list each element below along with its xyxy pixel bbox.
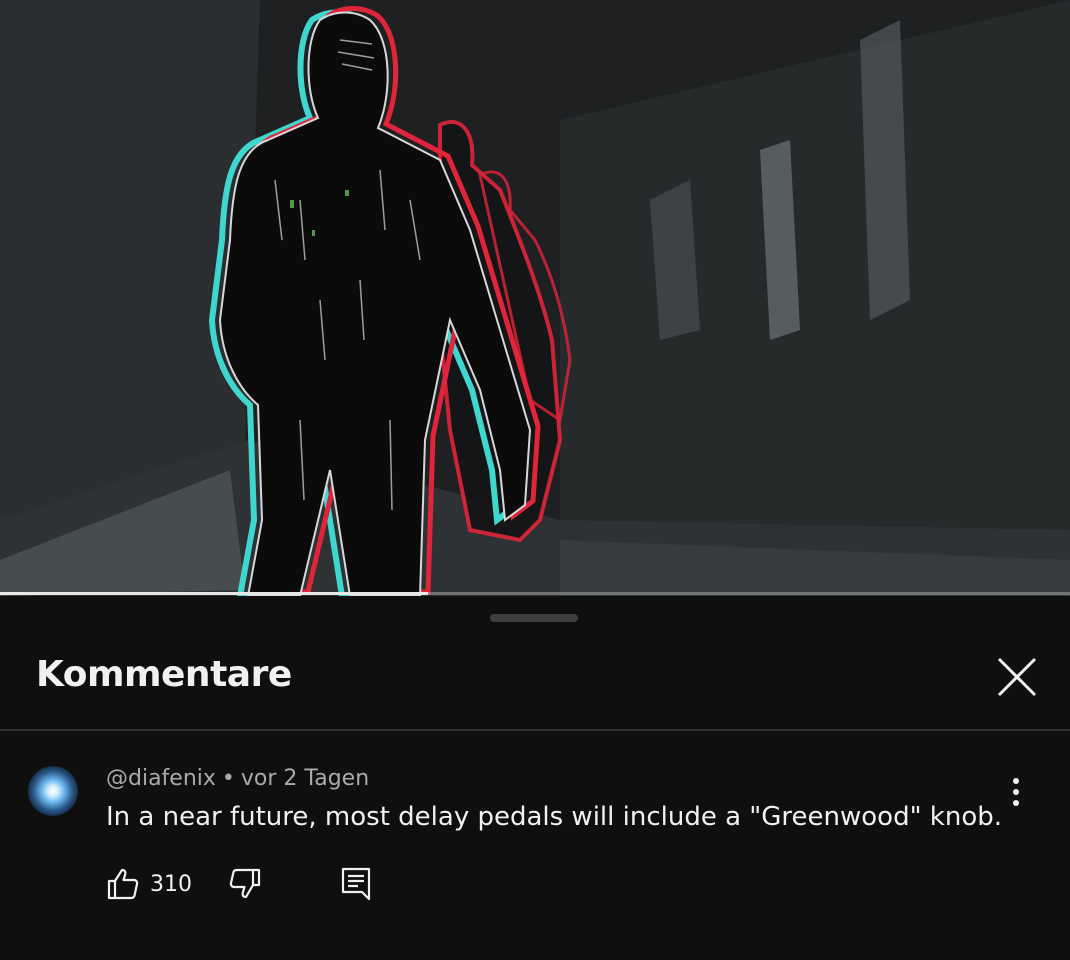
comment-author[interactable]: @diafenix <box>106 766 216 791</box>
more-vert-icon-dot <box>1013 789 1019 795</box>
more-vert-icon <box>1013 778 1019 784</box>
like-count: 310 <box>150 871 192 897</box>
video-frame <box>0 0 1070 596</box>
drag-handle[interactable] <box>490 614 578 622</box>
comment-text: In a near future, most delay pedals will… <box>106 802 1003 832</box>
more-vert-icon-dot <box>1013 800 1019 806</box>
reply-icon <box>341 867 371 901</box>
comment-meta: @diafenix • vor 2 Tagen <box>106 766 369 791</box>
divider <box>0 729 1070 731</box>
video-progress-fill <box>0 592 428 595</box>
comments-panel: Kommentare @diafenix • vor 2 Tagen In a ne… <box>0 596 1070 960</box>
reply-button[interactable] <box>340 864 372 904</box>
video-progress-bar[interactable] <box>0 592 1070 595</box>
meta-separator: • <box>221 766 235 791</box>
like-button[interactable]: 310 <box>106 864 192 904</box>
comment-item: @diafenix • vor 2 Tagen In a near future, … <box>0 756 1070 956</box>
dislike-button[interactable] <box>228 864 262 904</box>
close-button[interactable] <box>990 650 1044 704</box>
video-player[interactable] <box>0 0 1070 596</box>
thumbs-down-icon <box>229 868 261 899</box>
panel-title: Kommentare <box>36 654 292 695</box>
thumbs-up-icon <box>107 868 139 900</box>
avatar[interactable] <box>28 766 78 816</box>
comment-time: vor 2 Tagen <box>240 766 370 791</box>
more-options-button[interactable] <box>996 772 1036 812</box>
close-icon <box>997 657 1037 697</box>
